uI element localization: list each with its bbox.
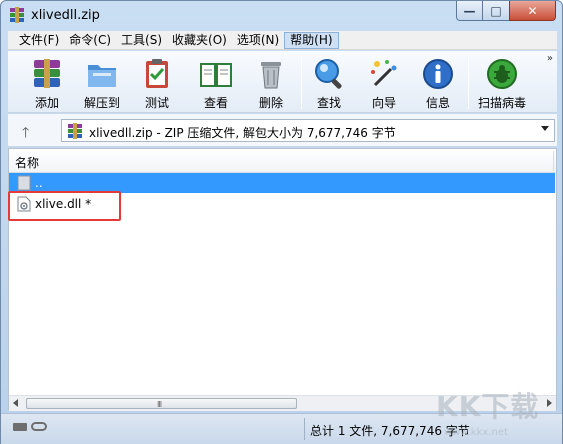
extract-to-label: 解压到 — [83, 96, 120, 110]
maximize-button[interactable]: □ — [483, 1, 509, 21]
status-icons — [13, 422, 47, 431]
close-icon: ✕ — [527, 3, 538, 18]
virus-scan-label: 扫描病毒 — [477, 96, 526, 110]
add-button[interactable]: 添加 — [22, 53, 72, 111]
menu-commands[interactable]: 命令(C) — [64, 32, 116, 49]
column-divider[interactable] — [553, 151, 554, 171]
close-button[interactable]: ✕ — [509, 1, 556, 21]
view-button[interactable]: 查看 — [191, 53, 241, 111]
app-window: xlivedll.zip — □ ✕ 文件(F) 命令(C) 工具(S) 收藏夹… — [0, 0, 563, 444]
test-button[interactable]: 测试 — [132, 53, 182, 111]
list-item-parent-folder[interactable]: .. — [9, 173, 555, 193]
file-list: 名称 .. xlive.dll * — [8, 148, 557, 410]
watermark-text: KK下载 — [436, 390, 540, 423]
window-title: xlivedll.zip — [31, 8, 100, 23]
virus-scan-button[interactable]: 扫描病毒 — [470, 53, 534, 111]
info-icon — [423, 59, 453, 89]
find-label: 查找 — [316, 96, 341, 110]
menu-help[interactable]: 帮助(H) — [284, 31, 339, 49]
delete-label: 删除 — [258, 96, 283, 110]
up-arrow-icon[interactable]: 🡑 — [22, 122, 29, 146]
watermark-url: www.kkx.net — [444, 427, 508, 438]
key-icon[interactable] — [31, 422, 47, 431]
toolbar: 添加 解压到 测试 查看 删除 查找 向导 信息 扫描病毒 » — [8, 51, 557, 113]
column-header-name[interactable]: 名称 — [9, 149, 556, 173]
menu-bar: 文件(F) 命令(C) 工具(S) 收藏夹(O) 选项(N) 帮助(H) — [8, 31, 557, 50]
add-archive-icon — [34, 59, 60, 88]
toolbar-separator — [301, 57, 302, 109]
trash-icon — [261, 62, 281, 89]
scrollbar-thumb[interactable]: III — [26, 398, 297, 409]
annotation-highlight-box — [8, 191, 121, 221]
title-bar[interactable]: xlivedll.zip — □ ✕ — [1, 1, 562, 31]
info-label: 信息 — [425, 96, 450, 110]
archive-file-icon — [68, 123, 82, 139]
add-label: 添加 — [34, 96, 59, 110]
column-name-label: 名称 — [15, 156, 40, 170]
address-path-box[interactable]: xlivedll.zip - ZIP 压缩文件, 解包大小为 7,677,746… — [61, 119, 555, 142]
view-book-icon — [200, 63, 232, 87]
extract-to-button[interactable]: 解压到 — [77, 53, 127, 111]
extract-folder-icon — [88, 65, 116, 87]
wizard-label: 向导 — [371, 96, 396, 110]
address-path-text: xlivedll.zip - ZIP 压缩文件, 解包大小为 7,677,746… — [89, 126, 396, 140]
minimize-button[interactable]: — — [456, 1, 483, 21]
menu-file[interactable]: 文件(F) — [14, 32, 64, 49]
menu-options[interactable]: 选项(N) — [232, 32, 284, 49]
kk-watermark-logo: KK下载 www.kkx.net — [436, 385, 554, 443]
address-bar: 🡑 xlivedll.zip - ZIP 压缩文件, 解包大小为 7,677,7… — [8, 114, 557, 147]
winrar-app-icon — [10, 7, 24, 23]
status-separator — [304, 418, 305, 440]
address-dropdown-icon[interactable] — [541, 126, 549, 131]
menu-tools[interactable]: 工具(S) — [116, 32, 167, 49]
minimize-icon: — — [463, 3, 476, 18]
find-magnifier-icon — [315, 59, 342, 89]
info-button[interactable]: 信息 — [413, 53, 463, 111]
test-clipboard-icon — [146, 59, 168, 88]
toolbar-separator — [468, 57, 469, 109]
scrollbar-grip-icon: III — [157, 400, 162, 409]
delete-button[interactable]: 删除 — [246, 53, 296, 111]
list-item-name: .. — [35, 176, 43, 190]
scroll-left-arrow-icon[interactable] — [13, 399, 18, 407]
view-label: 查看 — [203, 96, 228, 110]
wizard-wand-icon — [371, 60, 397, 87]
maximize-icon: □ — [490, 3, 502, 18]
virus-bug-icon — [487, 59, 517, 89]
find-button[interactable]: 查找 — [304, 53, 354, 111]
drive-icon[interactable] — [13, 422, 27, 431]
wizard-button[interactable]: 向导 — [359, 53, 409, 111]
test-label: 测试 — [144, 96, 169, 110]
window-controls: — □ ✕ — [456, 1, 556, 21]
toolbar-more-chevron-icon[interactable]: » — [547, 53, 553, 64]
menu-favorites[interactable]: 收藏夹(O) — [167, 32, 232, 49]
parent-folder-icon — [17, 175, 31, 191]
